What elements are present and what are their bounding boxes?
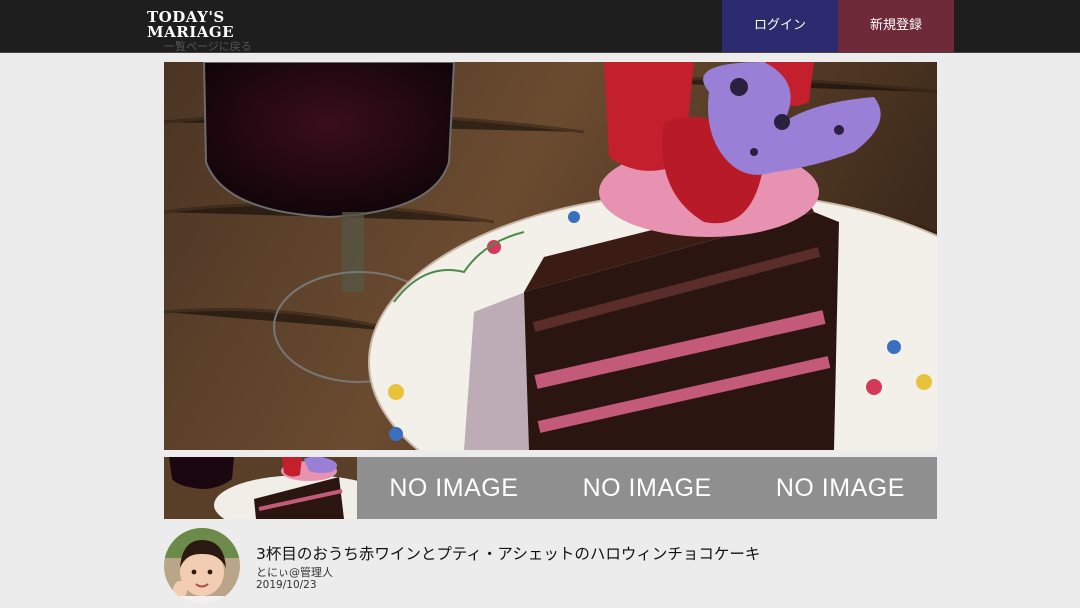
thumbnail-no-image[interactable]: NO IMAGE: [550, 457, 744, 519]
site-header: TODAY'S MARIAGE ログイン 新規登録: [0, 0, 1080, 53]
back-to-list-link[interactable]: 一覧ページに戻る: [164, 38, 252, 54]
main-photo: [164, 62, 937, 450]
thumbnail-no-image[interactable]: NO IMAGE: [357, 457, 551, 519]
post-author[interactable]: とにぃ@管理人: [256, 564, 333, 580]
author-avatar[interactable]: [164, 528, 240, 604]
thumbnail-photo[interactable]: [164, 457, 358, 519]
login-button[interactable]: ログイン: [722, 0, 838, 52]
site-logo[interactable]: TODAY'S MARIAGE: [147, 10, 234, 40]
main-photo-image: [164, 62, 937, 450]
post-info: 3杯目のおうち赤ワインとプティ・アシェットのハロウィンチョコケーキ とにぃ@管理…: [164, 528, 937, 608]
post-date: 2019/10/23: [256, 579, 317, 591]
post-title: 3杯目のおうち赤ワインとプティ・アシェットのハロウィンチョコケーキ: [256, 545, 761, 563]
thumbnail-photo-image: [164, 457, 358, 519]
thumbnail-no-image[interactable]: NO IMAGE: [743, 457, 937, 519]
signup-button[interactable]: 新規登録: [838, 0, 954, 52]
author-avatar-image: [164, 528, 240, 604]
thumbnail-strip: NO IMAGE NO IMAGE NO IMAGE: [164, 457, 937, 519]
